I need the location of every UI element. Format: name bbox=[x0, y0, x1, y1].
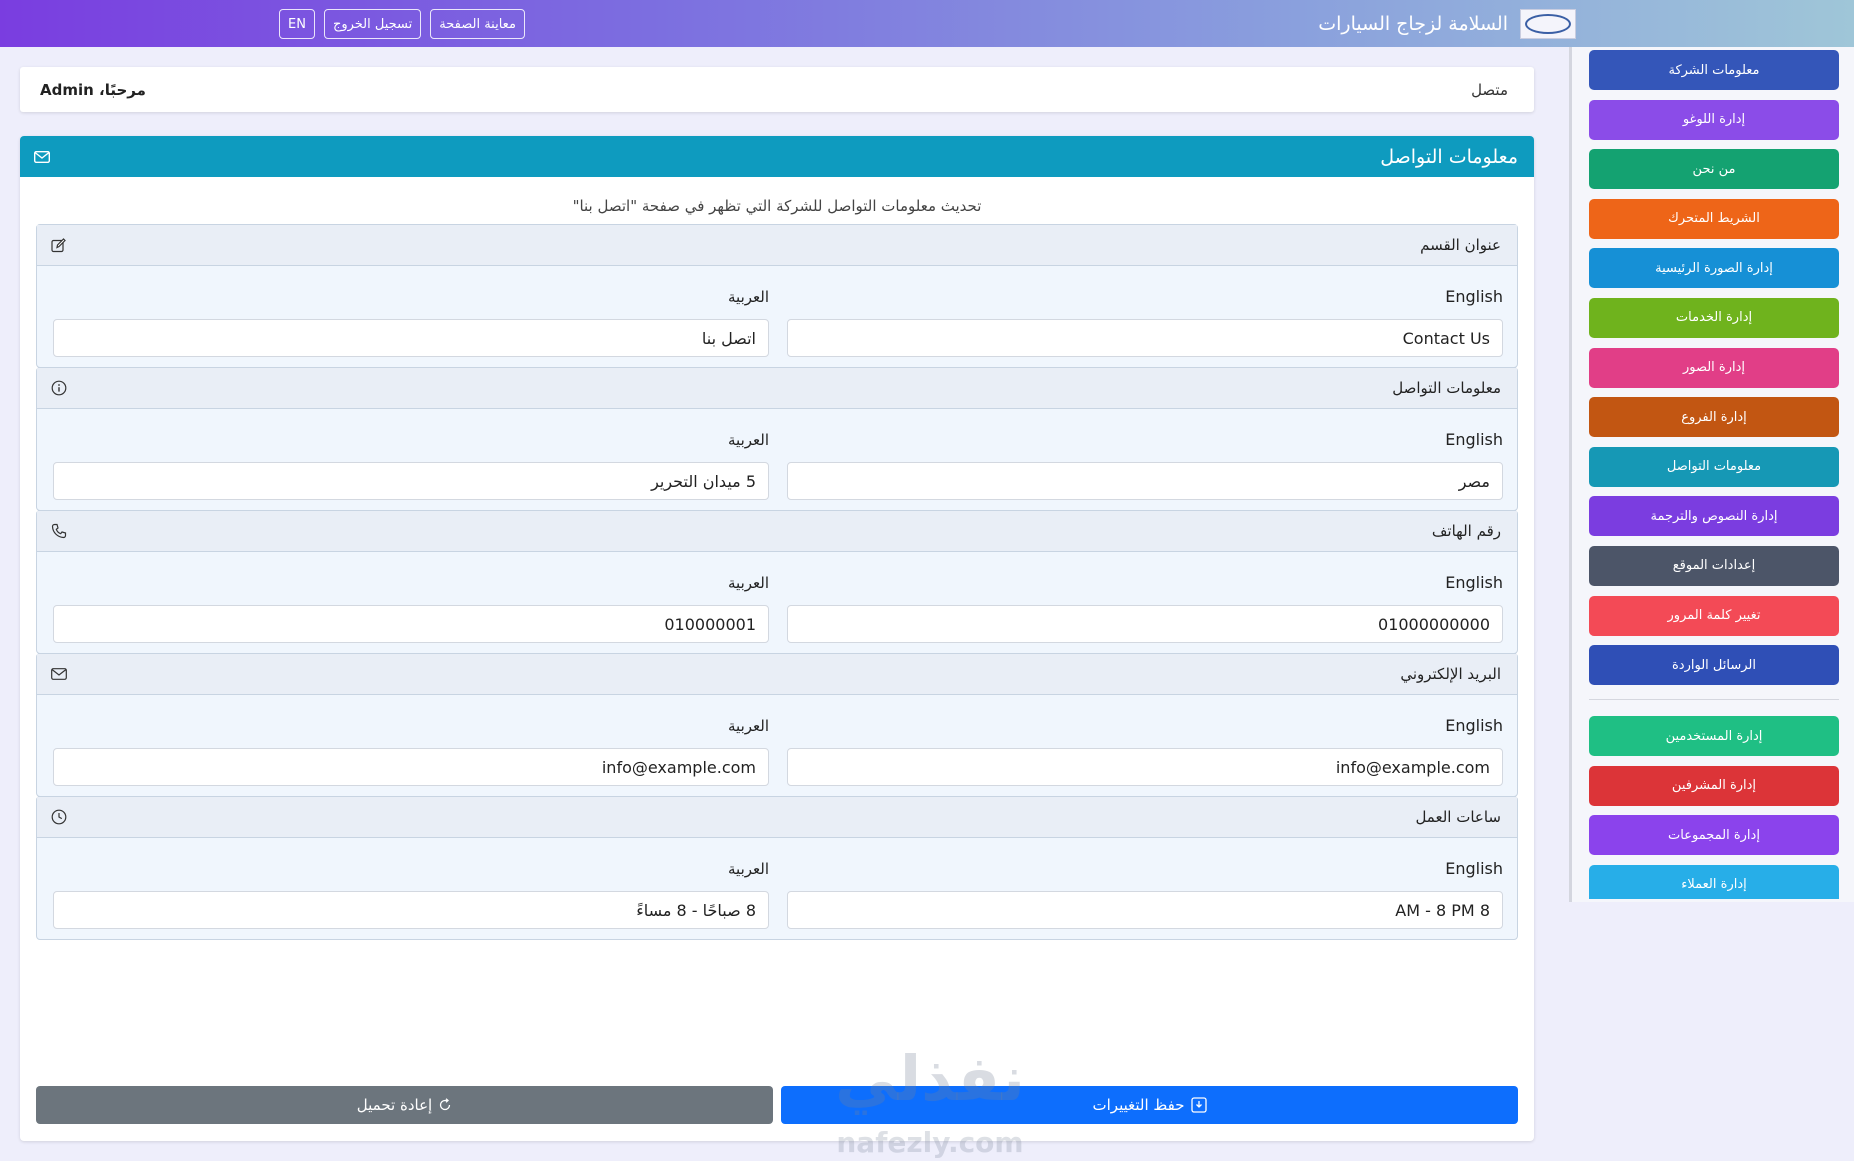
sidebar-item[interactable]: إدارة الخدمات bbox=[1589, 297, 1839, 338]
edit-icon bbox=[51, 237, 66, 253]
welcome-greeting: مرحبًا، Admin bbox=[40, 80, 146, 99]
logout-button[interactable]: تسجيل الخروج bbox=[323, 9, 422, 39]
sidebar-item[interactable]: الرسائل الواردة bbox=[1589, 645, 1839, 686]
english-label: English bbox=[1445, 859, 1503, 878]
field-row: English 01000000000 العربية 010000001 bbox=[53, 573, 1503, 643]
reload-button[interactable]: إعادة تحميل bbox=[36, 1086, 773, 1124]
section-title: ساعات العمل bbox=[1415, 808, 1501, 826]
english-input[interactable]: info@example.com bbox=[787, 748, 1503, 786]
sidebar-item[interactable]: إدارة المستخدمين bbox=[1589, 716, 1839, 757]
phone-icon bbox=[51, 523, 67, 539]
arabic-label: العربية bbox=[728, 574, 769, 592]
sidebar-item[interactable]: إدارة المشرفين bbox=[1589, 765, 1839, 806]
section-title: معلومات التواصل bbox=[1392, 379, 1501, 397]
english-field: English Contact Us bbox=[787, 287, 1503, 357]
field-row: English مصر العربية 5 ميدان التحرير bbox=[53, 430, 1503, 500]
english-label: English bbox=[1445, 573, 1503, 592]
reload-label: إعادة تحميل bbox=[356, 1096, 433, 1114]
english-label: English bbox=[1445, 716, 1503, 735]
mail-icon bbox=[51, 668, 67, 680]
section-title: البريد الإلكتروني bbox=[1400, 665, 1501, 683]
arabic-input[interactable]: info@example.com bbox=[53, 748, 769, 786]
arabic-field: العربية 010000001 bbox=[53, 573, 769, 643]
section-title: عنوان القسم bbox=[1420, 236, 1501, 254]
connection-status: متصل bbox=[1471, 80, 1508, 99]
sidebar-item[interactable]: إدارة الفروع bbox=[1589, 397, 1839, 438]
arabic-label: العربية bbox=[728, 431, 769, 449]
sidebar-item[interactable]: معلومات التواصل bbox=[1589, 446, 1839, 487]
arabic-field: العربية 5 ميدان التحرير bbox=[53, 430, 769, 500]
sidebar-scrollbar[interactable] bbox=[1569, 47, 1572, 902]
english-label: English bbox=[1445, 430, 1503, 449]
welcome-bar: متصل مرحبًا، Admin bbox=[20, 67, 1534, 112]
field-row: English 8 AM - 8 PM العربية 8 صباحًا - 8 مس… bbox=[53, 859, 1503, 929]
english-field: English 8 AM - 8 PM bbox=[787, 859, 1503, 929]
sidebar-item[interactable]: إدارة الصورة الرئيسية bbox=[1589, 248, 1839, 289]
form-section: عنوان القسم English Contact Us العربية اتصل … bbox=[36, 224, 1518, 368]
top-navbar: السلامة لزجاج السيارات معاينة الصفحة تسج… bbox=[0, 0, 1854, 47]
english-label: English bbox=[1445, 287, 1503, 306]
sidebar-item[interactable]: معلومات الشركة bbox=[1589, 50, 1839, 90]
sidebar: معلومات الشركة إدارة اللوغو من نحن الشريط ا… bbox=[1569, 47, 1854, 902]
arabic-input[interactable]: 010000001 bbox=[53, 605, 769, 643]
section-header: ساعات العمل bbox=[37, 797, 1517, 838]
save-changes-button[interactable]: حفظ التغييرات bbox=[781, 1086, 1518, 1124]
arabic-input[interactable]: 5 ميدان التحرير bbox=[53, 462, 769, 500]
sidebar-divider bbox=[1589, 699, 1839, 701]
section-header: عنوان القسم bbox=[37, 225, 1517, 266]
save-changes-label: حفظ التغييرات bbox=[1092, 1096, 1185, 1114]
form-section: رقم الهاتف English 01000000000 العربية 01000… bbox=[36, 510, 1518, 654]
form-section: معلومات التواصل English مصر العربية 5 ميدان … bbox=[36, 367, 1518, 511]
sidebar-item[interactable]: إدارة العملاء bbox=[1589, 864, 1839, 899]
arabic-label: العربية bbox=[728, 860, 769, 878]
field-row: English Contact Us العربية اتصل بنا bbox=[53, 287, 1503, 357]
card-subtitle: تحديث معلومات التواصل للشركة التي تظهر ف… bbox=[572, 197, 982, 215]
english-input[interactable]: 01000000000 bbox=[787, 605, 1503, 643]
sidebar-item[interactable]: إدارة النصوص والترجمة bbox=[1589, 496, 1839, 537]
brand-title: السلامة لزجاج السيارات bbox=[1318, 13, 1508, 35]
sidebar-item[interactable]: تغيير كلمة المرور bbox=[1589, 595, 1839, 636]
section-header: رقم الهاتف bbox=[37, 511, 1517, 552]
english-input[interactable]: مصر bbox=[787, 462, 1503, 500]
form-section: ساعات العمل English 8 AM - 8 PM العربية 8 صب… bbox=[36, 796, 1518, 940]
sidebar-item[interactable]: إدارة المجموعات bbox=[1589, 815, 1839, 856]
info-icon bbox=[51, 380, 67, 396]
preview-page-button[interactable]: معاينة الصفحة bbox=[430, 9, 525, 39]
save-icon bbox=[1190, 1097, 1207, 1113]
arabic-field: العربية 8 صباحًا - 8 مساءً bbox=[53, 859, 769, 929]
field-row: English info@example.com العربية info@examp… bbox=[53, 716, 1503, 786]
language-toggle-button[interactable]: EN bbox=[279, 9, 315, 39]
arabic-field: العربية اتصل بنا bbox=[53, 287, 769, 357]
envelope-icon bbox=[34, 150, 50, 163]
sidebar-item[interactable]: إدارة اللوغو bbox=[1589, 99, 1839, 140]
english-field: English مصر bbox=[787, 430, 1503, 500]
arabic-field: العربية info@example.com bbox=[53, 716, 769, 786]
english-field: English info@example.com bbox=[787, 716, 1503, 786]
form-actions: حفظ التغييرات إعادة تحميل bbox=[36, 1086, 1518, 1124]
section-header: معلومات التواصل bbox=[37, 368, 1517, 409]
company-logo bbox=[1520, 9, 1576, 39]
arabic-label: العربية bbox=[728, 288, 769, 306]
sidebar-item[interactable]: إدارة الصور bbox=[1589, 347, 1839, 388]
section-header: البريد الإلكتروني bbox=[37, 654, 1517, 695]
top-actions: معاينة الصفحة تسجيل الخروج EN bbox=[279, 9, 525, 39]
section-title: رقم الهاتف bbox=[1431, 522, 1501, 540]
contact-info-card: معلومات التواصل تحديث معلومات التواصل لل… bbox=[20, 136, 1534, 1141]
english-input[interactable]: Contact Us bbox=[787, 319, 1503, 357]
form-section: البريد الإلكتروني English info@example.com… bbox=[36, 653, 1518, 797]
arabic-input[interactable]: 8 صباحًا - 8 مساءً bbox=[53, 891, 769, 929]
english-field: English 01000000000 bbox=[787, 573, 1503, 643]
card-header: معلومات التواصل bbox=[20, 136, 1534, 177]
reload-icon bbox=[438, 1098, 452, 1112]
sidebar-item[interactable]: إعدادات الموقع bbox=[1589, 545, 1839, 586]
brand[interactable]: السلامة لزجاج السيارات bbox=[1318, 9, 1576, 39]
english-input[interactable]: 8 AM - 8 PM bbox=[787, 891, 1503, 929]
arabic-input[interactable]: اتصل بنا bbox=[53, 319, 769, 357]
clock-icon bbox=[51, 809, 67, 825]
sidebar-item[interactable]: من نحن bbox=[1589, 149, 1839, 190]
sidebar-menu[interactable]: معلومات الشركة إدارة اللوغو من نحن الشريط ا… bbox=[1589, 50, 1839, 899]
arabic-label: العربية bbox=[728, 717, 769, 735]
card-title: معلومات التواصل bbox=[1380, 145, 1518, 168]
sidebar-item[interactable]: الشريط المتحرك bbox=[1589, 198, 1839, 239]
